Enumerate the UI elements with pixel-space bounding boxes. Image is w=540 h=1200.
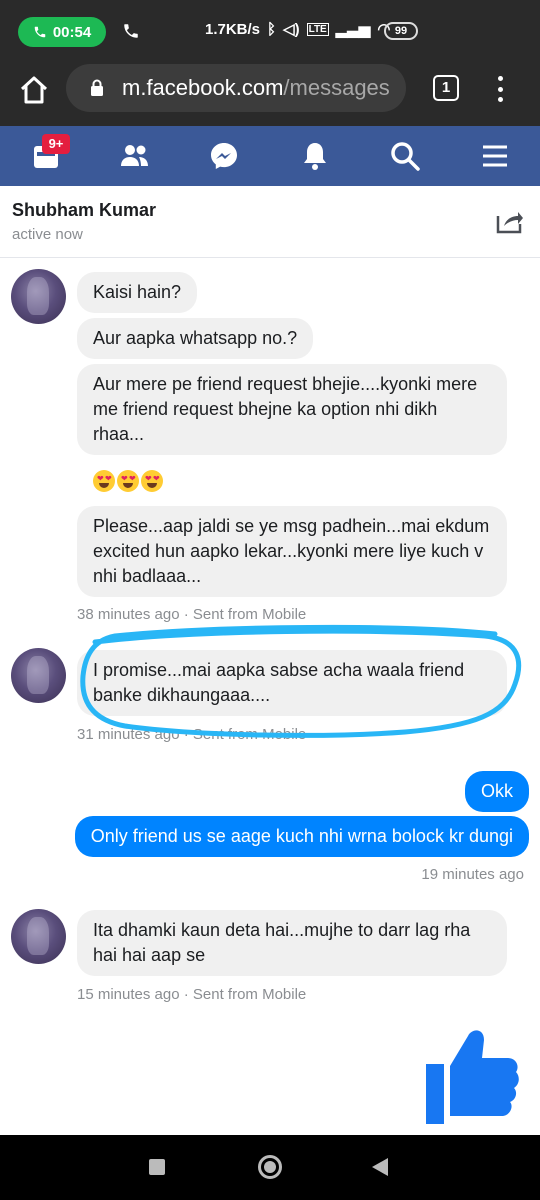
ongoing-call-pill[interactable]: 00:54 [18, 17, 106, 47]
phone-icon [34, 26, 46, 38]
back-icon[interactable] [372, 1158, 388, 1176]
like-thumb-icon[interactable] [424, 1026, 520, 1126]
search-icon[interactable] [389, 140, 421, 172]
home-icon[interactable] [18, 74, 50, 106]
heart-eyes-emoji-icon [93, 470, 115, 492]
message-timestamp: 15 minutes ago · Sent from Mobile [77, 986, 307, 1003]
avatar[interactable] [11, 648, 66, 703]
avatar[interactable] [11, 909, 66, 964]
tab-switcher-button[interactable]: 1 [433, 75, 459, 101]
message-bubble-incoming[interactable]: Kaisi hain? [77, 272, 198, 313]
avatar[interactable] [11, 269, 66, 324]
contact-status: active now [12, 226, 83, 243]
notification-badge: 9+ [42, 134, 70, 154]
phone-icon [124, 24, 138, 38]
facebook-nav-bar: 9+ [0, 126, 540, 186]
home-button-icon[interactable] [258, 1155, 282, 1179]
emoji-message[interactable] [93, 470, 163, 492]
message-bubble-incoming[interactable]: Please...aap jaldi se ye msg padhein...m… [77, 506, 507, 597]
signal-icon: ▂▃▅ [335, 21, 371, 38]
vibrate-icon: ◁) [283, 21, 300, 38]
url-text: m.facebook.com/messages [122, 75, 390, 100]
contact-name[interactable]: Shubham Kumar [12, 200, 156, 221]
share-icon[interactable] [496, 208, 524, 234]
notifications-icon[interactable] [299, 140, 331, 172]
browser-toolbar: m.facebook.com/messages 1 [0, 64, 540, 126]
messenger-icon[interactable] [208, 140, 240, 172]
recents-icon[interactable] [149, 1159, 165, 1175]
message-timestamp: 19 minutes ago [421, 866, 524, 883]
heart-eyes-emoji-icon [117, 470, 139, 492]
conversation-header: Shubham Kumar active now [0, 186, 540, 258]
heart-eyes-emoji-icon [141, 470, 163, 492]
bluetooth-icon: ᛒ [267, 20, 277, 38]
network-speed: 1.7KB/s [205, 20, 261, 38]
battery-icon: 99 [384, 22, 418, 40]
menu-icon[interactable] [479, 140, 511, 172]
highlight-scribble [80, 624, 522, 738]
status-bar: 00:54 1.7KB/s ᛒ ◁) LTE ▂▃▅ ◠ 99 [0, 0, 540, 64]
status-icons: 1.7KB/s ᛒ ◁) LTE ▂▃▅ ◠ [205, 20, 390, 39]
message-bubble-incoming[interactable]: Aur aapka whatsapp no.? [77, 318, 314, 359]
message-bubble-incoming[interactable]: Aur mere pe friend request bhejie....kyo… [77, 364, 507, 455]
system-nav-bar [0, 1135, 540, 1200]
message-bubble-outgoing[interactable]: Okk [464, 771, 529, 812]
lock-icon [91, 79, 103, 96]
volte-icon: LTE [306, 22, 329, 36]
call-timer: 00:54 [52, 23, 92, 41]
message-bubble-outgoing[interactable]: Only friend us se aage kuch nhi wrna bol… [74, 816, 529, 857]
message-timestamp: 38 minutes ago · Sent from Mobile [77, 606, 307, 623]
friends-icon[interactable] [119, 140, 151, 172]
browser-menu-icon[interactable] [492, 73, 508, 105]
message-bubble-incoming[interactable]: Ita dhamki kaun deta hai...mujhe to darr… [77, 910, 507, 976]
address-bar[interactable]: m.facebook.com/messages [66, 64, 406, 112]
